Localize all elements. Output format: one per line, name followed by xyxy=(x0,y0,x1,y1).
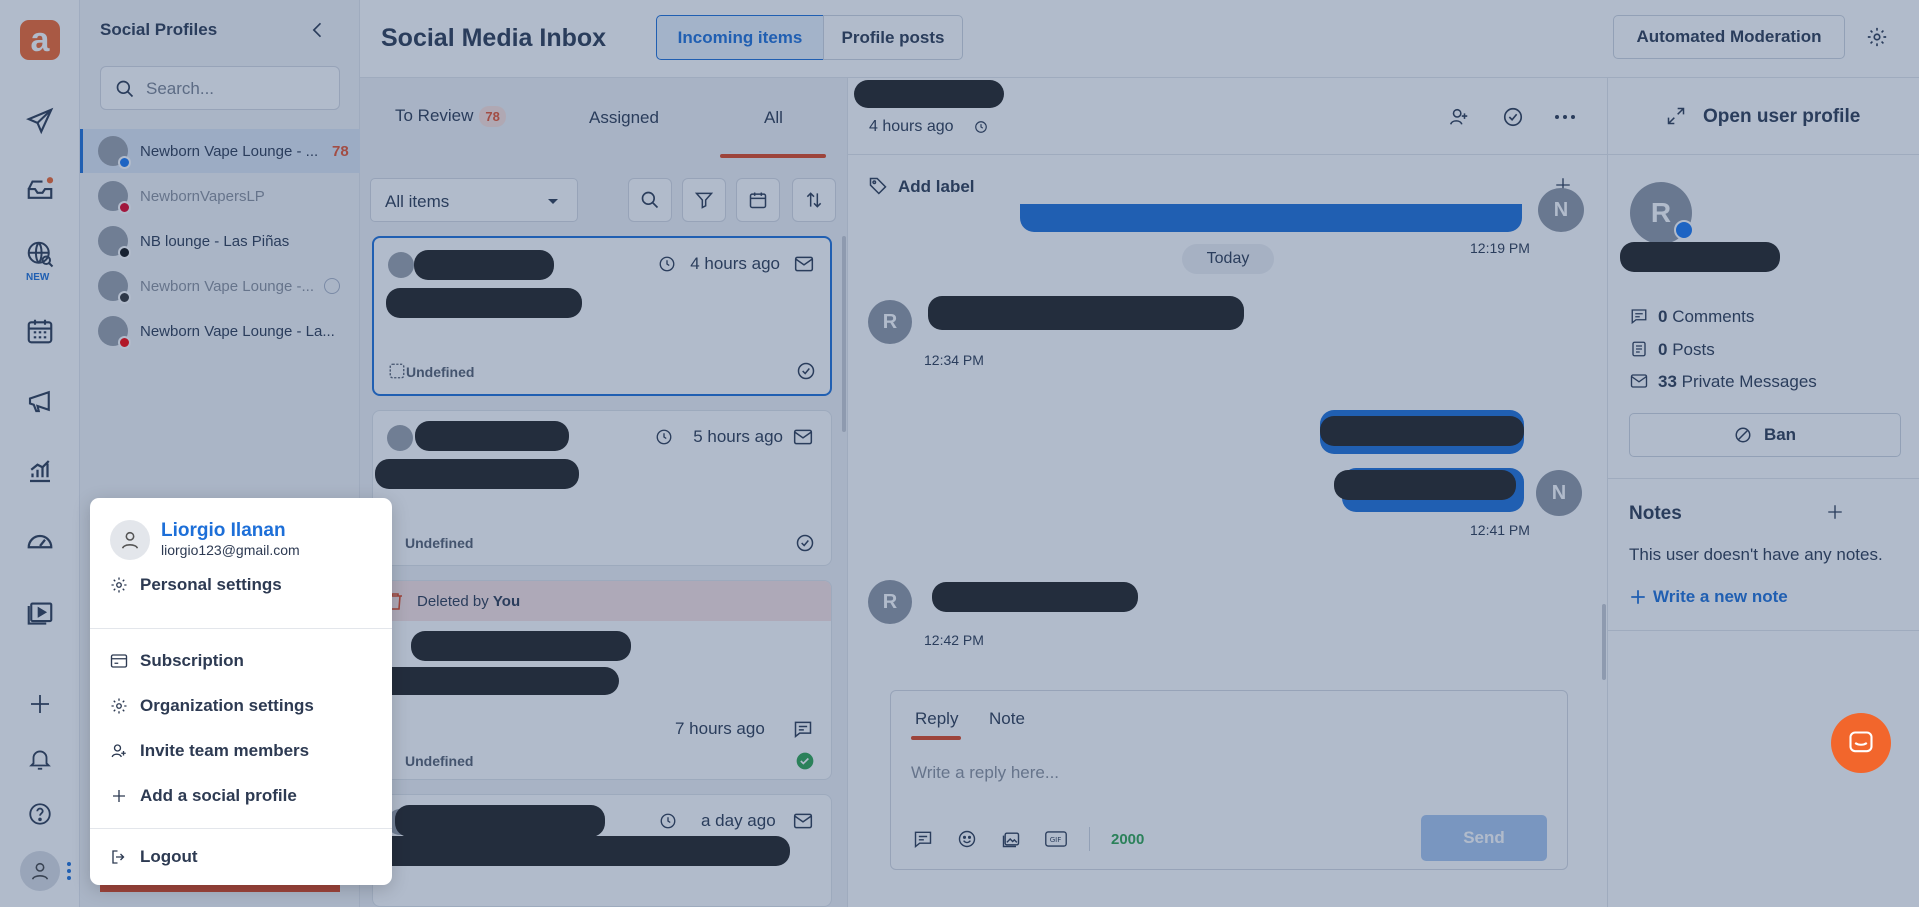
account-avatar xyxy=(110,520,150,560)
chat-icon xyxy=(1849,731,1873,753)
invite-team-members-item[interactable]: Invite team members xyxy=(110,736,380,766)
subscription-item[interactable]: Subscription xyxy=(110,646,380,676)
plus-icon xyxy=(113,790,125,802)
user-icon xyxy=(121,531,139,549)
personal-settings-item[interactable]: Personal settings xyxy=(110,570,380,600)
credit-card-icon xyxy=(110,654,128,668)
account-menu-popup: Liorgio Ilanan liorgio123@gmail.com Pers… xyxy=(90,498,392,885)
divider xyxy=(90,628,392,629)
user-plus-icon xyxy=(111,744,126,758)
organization-settings-item[interactable]: Organization settings xyxy=(110,691,380,721)
chat-support-button[interactable] xyxy=(1831,713,1891,773)
logout-item[interactable]: Logout xyxy=(110,842,380,872)
add-social-profile-item[interactable]: Add a social profile xyxy=(110,781,380,811)
logout-icon xyxy=(112,850,125,864)
account-name: Liorgio Ilanan xyxy=(161,520,286,541)
account-email: liorgio123@gmail.com xyxy=(161,542,300,558)
gear-icon xyxy=(111,698,127,714)
divider xyxy=(90,828,392,829)
gear-icon xyxy=(111,577,127,593)
